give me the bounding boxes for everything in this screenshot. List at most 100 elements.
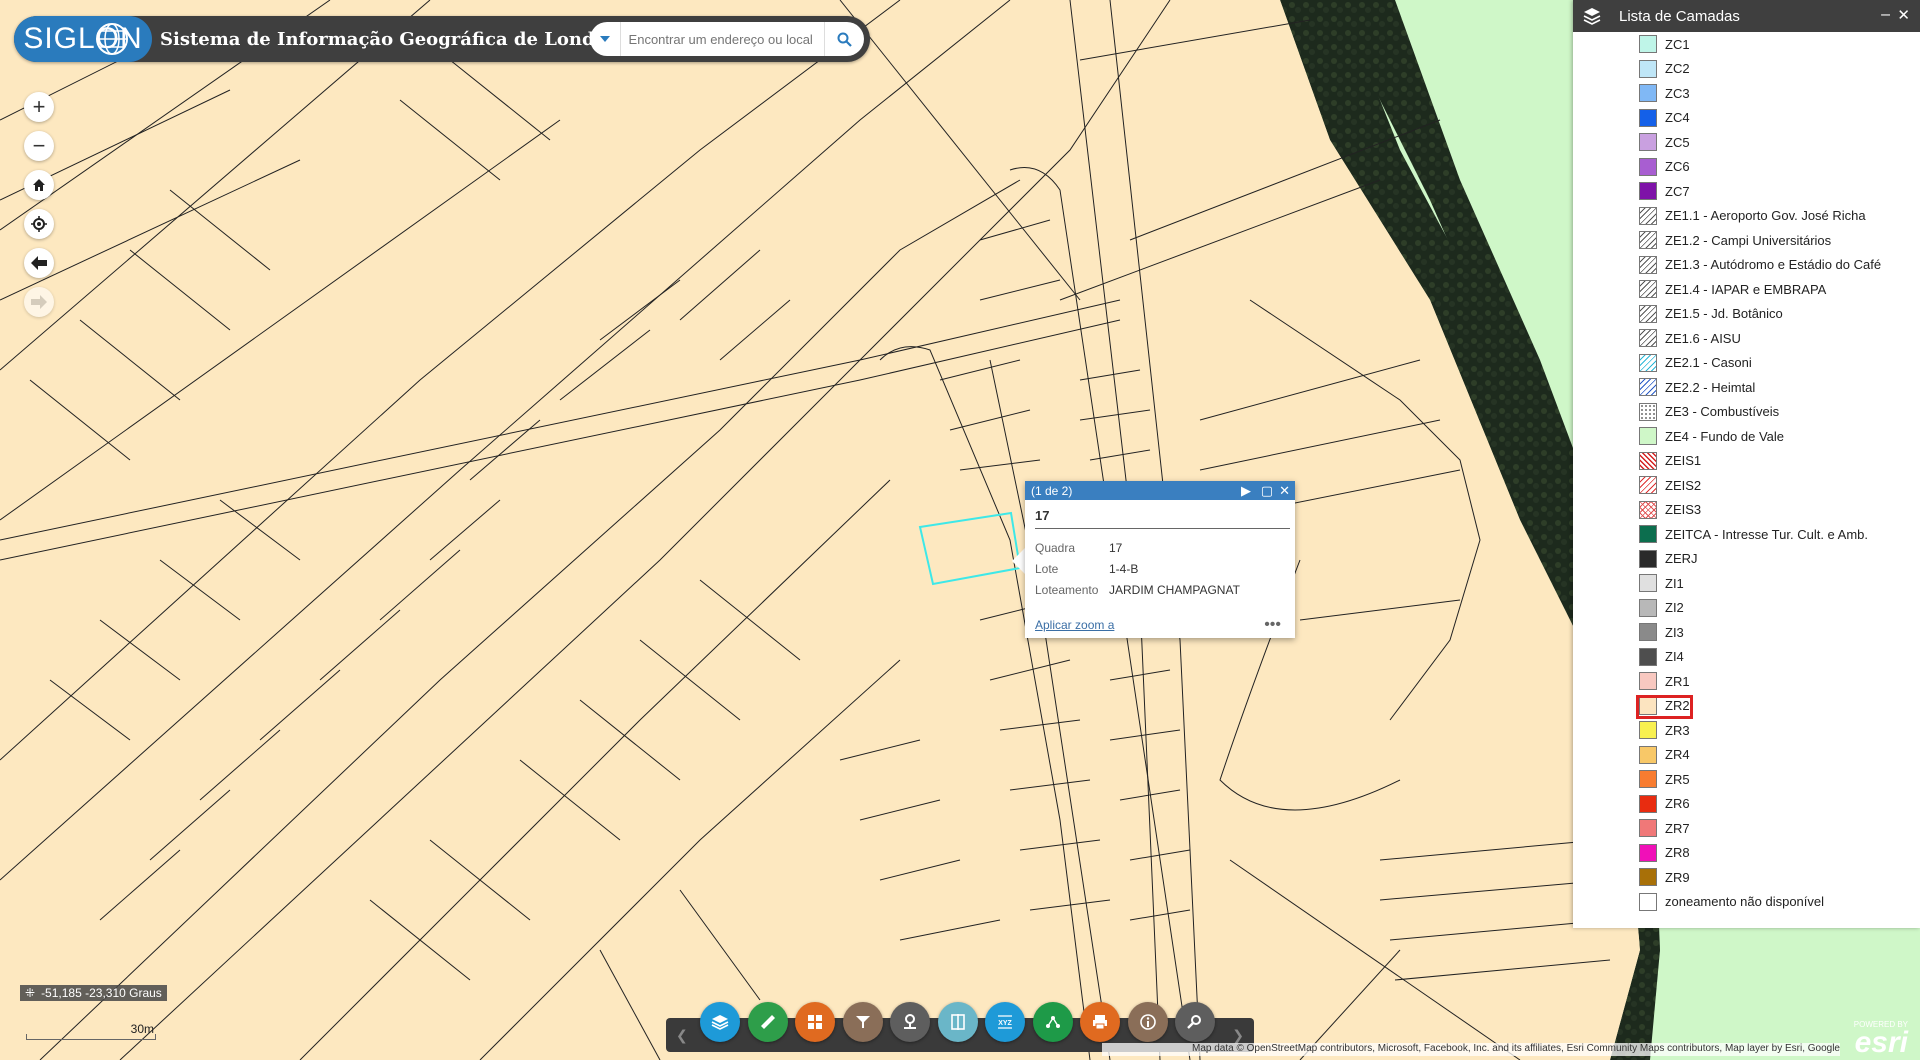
legend-swatch: [1639, 500, 1657, 519]
layer-item[interactable]: ZC4: [1573, 106, 1920, 131]
toolbar-next-icon[interactable]: ❯: [1232, 1027, 1244, 1044]
query-button[interactable]: [1175, 1002, 1215, 1042]
layer-label: ZR4: [1665, 747, 1690, 763]
layer-item[interactable]: ZE1.1 - Aeroporto Gov. José Richa: [1573, 204, 1920, 229]
legend-swatch: [1639, 329, 1657, 348]
search-source-dropdown[interactable]: [590, 22, 621, 56]
legend-swatch: [1639, 402, 1657, 421]
maximize-icon[interactable]: ▢: [1261, 483, 1273, 499]
legend-swatch: [1639, 231, 1657, 250]
layer-item[interactable]: ZEIS2: [1573, 473, 1920, 498]
layer-label: ZR9: [1665, 869, 1690, 885]
layer-item[interactable]: ZC5: [1573, 130, 1920, 155]
coordinate-display[interactable]: ⁜ -51,185 -23,310 Graus: [20, 985, 167, 1001]
more-options-icon[interactable]: •••: [1264, 616, 1281, 634]
layer-item[interactable]: ZE2.2 - Heimtal: [1573, 375, 1920, 400]
chevron-down-icon: [599, 36, 610, 42]
minimize-icon[interactable]: –: [1881, 6, 1890, 24]
layer-item[interactable]: ZR2: [1573, 694, 1920, 719]
print-button[interactable]: [1080, 1002, 1120, 1042]
legend-swatch: [1639, 157, 1657, 176]
search-input[interactable]: [620, 23, 824, 55]
attribute-label: Quadra: [1035, 540, 1076, 555]
close-icon[interactable]: ✕: [1897, 6, 1910, 24]
layer-item[interactable]: ZE3 - Combustíveis: [1573, 400, 1920, 425]
layer-label: ZE3 - Combustíveis: [1665, 404, 1780, 420]
layer-item[interactable]: ZR1: [1573, 669, 1920, 694]
share-icon: [1045, 1016, 1060, 1028]
coordinate-text: -51,185 -23,310 Graus: [41, 986, 162, 1000]
layer-item[interactable]: ZE1.5 - Jd. Botânico: [1573, 302, 1920, 327]
layer-item[interactable]: ZI2: [1573, 596, 1920, 621]
previous-extent-button[interactable]: [24, 248, 54, 278]
layer-item[interactable]: ZC2: [1573, 57, 1920, 82]
layer-label: ZR7: [1665, 820, 1690, 836]
esri-logo[interactable]: POWERED BY esri: [1850, 1018, 1912, 1059]
layer-item[interactable]: ZR3: [1573, 718, 1920, 743]
search-button[interactable]: [823, 22, 864, 56]
layer-item[interactable]: ZI3: [1573, 620, 1920, 645]
layer-item[interactable]: ZERJ: [1573, 547, 1920, 572]
layer-item[interactable]: ZR7: [1573, 816, 1920, 841]
arrow-left-icon: [31, 256, 47, 270]
toolbar-prev-icon[interactable]: ❮: [676, 1027, 688, 1044]
geolocate-button[interactable]: [890, 1002, 930, 1042]
layer-item[interactable]: ZR8: [1573, 841, 1920, 866]
layer-item[interactable]: ZC6: [1573, 155, 1920, 180]
home-button[interactable]: [24, 170, 54, 200]
layer-item[interactable]: ZE2.1 - Casoni: [1573, 351, 1920, 376]
ruler-icon: [760, 1015, 775, 1029]
plus-icon: +: [32, 94, 46, 119]
layer-item[interactable]: ZR6: [1573, 792, 1920, 817]
layer-item[interactable]: ZR9: [1573, 865, 1920, 890]
zoom-to-link[interactable]: Aplicar zoom a: [1035, 618, 1114, 632]
layer-item[interactable]: ZR4: [1573, 743, 1920, 768]
layer-item[interactable]: ZE1.4 - IAPAR e EMBRAPA: [1573, 277, 1920, 302]
popup-counter: (1 de 2): [1031, 483, 1073, 498]
layer-item[interactable]: ZE4 - Fundo de Vale: [1573, 424, 1920, 449]
filter-button[interactable]: [842, 1002, 883, 1042]
layer-item[interactable]: ZEIS1: [1573, 449, 1920, 474]
layer-item[interactable]: ZR5: [1573, 767, 1920, 792]
layer-item[interactable]: ZC3: [1573, 81, 1920, 106]
legend-swatch: [1639, 304, 1657, 323]
layer-item[interactable]: ZI4: [1573, 645, 1920, 670]
layer-item[interactable]: ZC7: [1573, 179, 1920, 204]
about-button[interactable]: [1127, 1002, 1168, 1042]
layer-label: ZEITCA - Intresse Tur. Cult. e Amb.: [1665, 526, 1869, 542]
layer-label: ZI1: [1665, 575, 1684, 591]
layer-item[interactable]: ZE1.6 - AISU: [1573, 326, 1920, 351]
legend-swatch: [1639, 623, 1657, 642]
info-icon: [1139, 1014, 1156, 1030]
layer-label: ZEIS2: [1665, 477, 1702, 493]
layer-label: ZR8: [1665, 845, 1690, 861]
next-extent-button[interactable]: [24, 287, 54, 317]
next-feature-icon[interactable]: ▶: [1241, 483, 1251, 499]
layer-label: ZE2.2 - Heimtal: [1665, 379, 1756, 395]
share-button[interactable]: [1032, 1002, 1073, 1042]
zoom-in-button[interactable]: +: [24, 92, 54, 122]
layer-item[interactable]: ZE1.3 - Autódromo e Estádio do Café: [1573, 253, 1920, 278]
layers-button[interactable]: [700, 1002, 740, 1042]
layer-item[interactable]: ZE1.2 - Campi Universitários: [1573, 228, 1920, 253]
popup-title: 17: [1035, 508, 1050, 523]
close-icon[interactable]: ✕: [1279, 483, 1290, 499]
layer-item[interactable]: ZEITCA - Intresse Tur. Cult. e Amb.: [1573, 522, 1920, 547]
siglon-logo[interactable]: SIGLON: [14, 16, 152, 62]
swipe-button[interactable]: [937, 1002, 978, 1042]
basemap-gallery-button[interactable]: [795, 1002, 835, 1042]
coordinates-button[interactable]: XYZ: [985, 1002, 1025, 1042]
measure-button[interactable]: [747, 1002, 788, 1042]
legend-swatch: [1639, 35, 1657, 54]
zoom-out-button[interactable]: −: [24, 131, 54, 161]
layer-item[interactable]: ZC1: [1573, 32, 1920, 57]
layer-item[interactable]: ZI1: [1573, 571, 1920, 596]
attribute-row: Lote 1-4-B: [1035, 558, 1240, 579]
layer-item[interactable]: zoneamento não disponível: [1573, 890, 1920, 915]
locate-button[interactable]: [24, 209, 54, 239]
locate-icon: [31, 216, 47, 232]
layer-label: ZE1.2 - Campi Universitários: [1665, 232, 1832, 248]
legend-swatch: [1639, 525, 1657, 544]
legend-swatch: [1639, 672, 1657, 691]
layer-item[interactable]: ZEIS3: [1573, 498, 1920, 523]
